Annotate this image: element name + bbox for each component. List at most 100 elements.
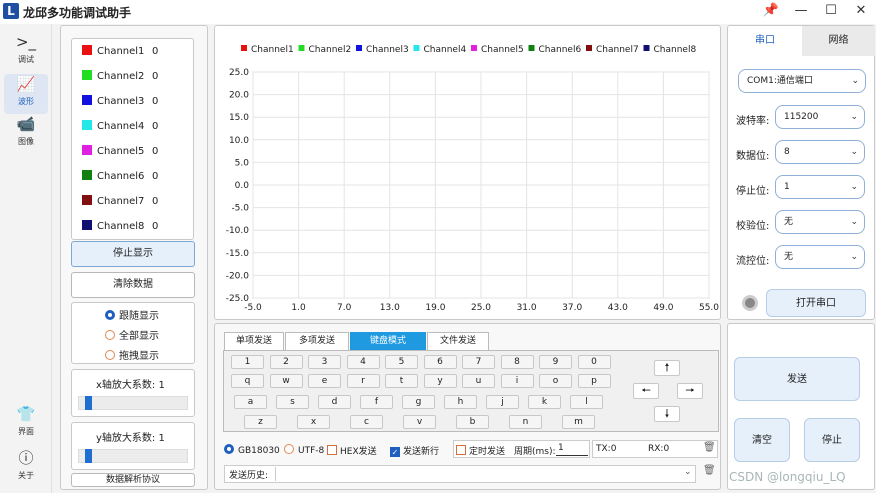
nav-label: 波形 [18,97,34,106]
key-s[interactable]: s [276,395,309,409]
key-z[interactable]: z [244,415,277,429]
tab-single-send[interactable]: 单项发送 [224,332,284,350]
open-port-button[interactable]: 打开串口 [766,289,866,317]
encoding-gb[interactable]: GB18030 [224,444,280,456]
key-d[interactable]: d [318,395,351,409]
key-5[interactable]: 5 [385,355,418,369]
key-a[interactable]: a [234,395,267,409]
flow-select[interactable]: 无 ⌄ [775,245,865,269]
waveform-chart[interactable]: 25.0 20.0 15.0 10.0 5.0 0.0 -5.0 -10.0 -15.0 -20.… [215,26,722,321]
period-input[interactable]: 1 [556,441,588,456]
nav-label: 图像 [18,137,34,146]
key-w[interactable]: w [269,374,303,388]
channel-row: Channel5 0 [82,142,182,162]
newline-checkbox[interactable]: ✓ 发送新行 [390,444,439,457]
key-i[interactable]: i [500,374,534,388]
send-button[interactable]: 发送 [734,357,860,401]
key-4[interactable]: 4 [346,355,380,369]
arrow-right-key[interactable]: 🠖 [677,383,703,399]
legend-swatch [241,45,247,51]
radio-follow[interactable]: 跟随显示 [105,307,159,322]
x-tick-label: 7.0 [337,303,352,313]
key-y[interactable]: y [423,374,457,388]
hex-send-checkbox[interactable]: HEX发送 [327,444,377,457]
x-zoom-slider[interactable] [78,396,188,410]
timer-send-checkbox[interactable]: 定时发送 [456,444,505,457]
x-tick-label: 31.0 [517,303,537,313]
chevron-down-icon[interactable]: ⌄ [684,467,692,477]
nav-interface[interactable]: 👕 界面 [4,404,48,444]
maximize-button[interactable]: ☐ [818,1,844,21]
encoding-utf8[interactable]: UTF-8 [284,444,324,456]
key-x[interactable]: x [297,415,330,429]
channel-name: Channel5 [97,146,145,157]
nav-debug[interactable]: >_ 调试 [4,32,48,72]
trash-icon[interactable]: 🗑 [703,442,716,453]
slider-handle[interactable] [85,449,92,463]
nav-about[interactable]: ⓘ 关于 [4,448,48,488]
key-m[interactable]: m [562,415,595,429]
history-select[interactable] [275,467,695,481]
stopbits-select[interactable]: 1 ⌄ [775,175,865,199]
arrow-down-key[interactable]: 🠗 [654,406,680,422]
clear-button[interactable]: 清空 [734,418,790,462]
key-6[interactable]: 6 [423,355,457,369]
stop-display-button[interactable]: 停止显示 [71,241,195,267]
key-3[interactable]: 3 [308,355,341,369]
key-u[interactable]: u [462,374,495,388]
key-b[interactable]: b [456,415,489,429]
minimize-button[interactable]: — [788,1,814,21]
key-7[interactable]: 7 [462,355,495,369]
key-p[interactable]: p [577,374,611,388]
radio-label: 拖拽显示 [119,351,159,362]
protocol-button[interactable]: 数据解析协议 [71,473,195,487]
arrow-left-key[interactable]: 🠔 [633,383,659,399]
clear-data-button[interactable]: 清除数据 [71,272,195,298]
key-t[interactable]: t [385,374,418,388]
radio-icon [105,350,115,360]
key-q[interactable]: q [231,374,264,388]
stop-button[interactable]: 停止 [804,418,860,462]
key-1[interactable]: 1 [231,355,264,369]
tab-serial[interactable]: 串口 [728,26,802,56]
nav-waveform[interactable]: 📈 波形 [4,74,48,114]
slider-handle[interactable] [85,396,92,410]
key-h[interactable]: h [444,395,477,409]
x-tick-label: 1.0 [291,303,306,313]
tab-file-send[interactable]: 文件发送 [427,332,489,350]
tab-keyboard[interactable]: 键盘模式 [350,332,426,350]
key-n[interactable]: n [509,415,542,429]
pin-icon[interactable]: 📌 [758,1,784,21]
key-g[interactable]: g [402,395,435,409]
key-o[interactable]: o [539,374,572,388]
key-f[interactable]: f [360,395,393,409]
arrow-up-key[interactable]: 🠕 [654,360,680,376]
key-c[interactable]: c [350,415,383,429]
port-select[interactable]: COM1:通信端口 ⌄ [738,69,866,93]
key-k[interactable]: k [528,395,561,409]
key-e[interactable]: e [308,374,341,388]
chevron-down-icon: ⌄ [850,217,858,227]
tab-multi-send[interactable]: 多项发送 [285,332,349,350]
trash-icon[interactable]: 🗑 [703,465,716,476]
x-tick-label: 13.0 [380,303,400,313]
radio-all[interactable]: 全部显示 [105,327,159,342]
key-r[interactable]: r [346,374,380,388]
key-8[interactable]: 8 [500,355,534,369]
y-tick-label: 5.0 [235,158,250,168]
radio-drag[interactable]: 拖拽显示 [105,347,159,362]
key-2[interactable]: 2 [269,355,303,369]
y-zoom-slider[interactable] [78,449,188,463]
close-button[interactable]: ✕ [848,1,874,21]
databits-select[interactable]: 8 ⌄ [775,140,865,164]
channel-color [82,70,92,80]
nav-image[interactable]: 📹 图像 [4,114,48,154]
key-v[interactable]: v [403,415,436,429]
tab-network[interactable]: 网络 [802,26,875,56]
key-l[interactable]: l [570,395,603,409]
key-9[interactable]: 9 [539,355,572,369]
parity-select[interactable]: 无 ⌄ [775,210,865,234]
key-0[interactable]: 0 [577,355,611,369]
baud-select[interactable]: 115200 ⌄ [775,105,865,129]
key-j[interactable]: j [486,395,519,409]
